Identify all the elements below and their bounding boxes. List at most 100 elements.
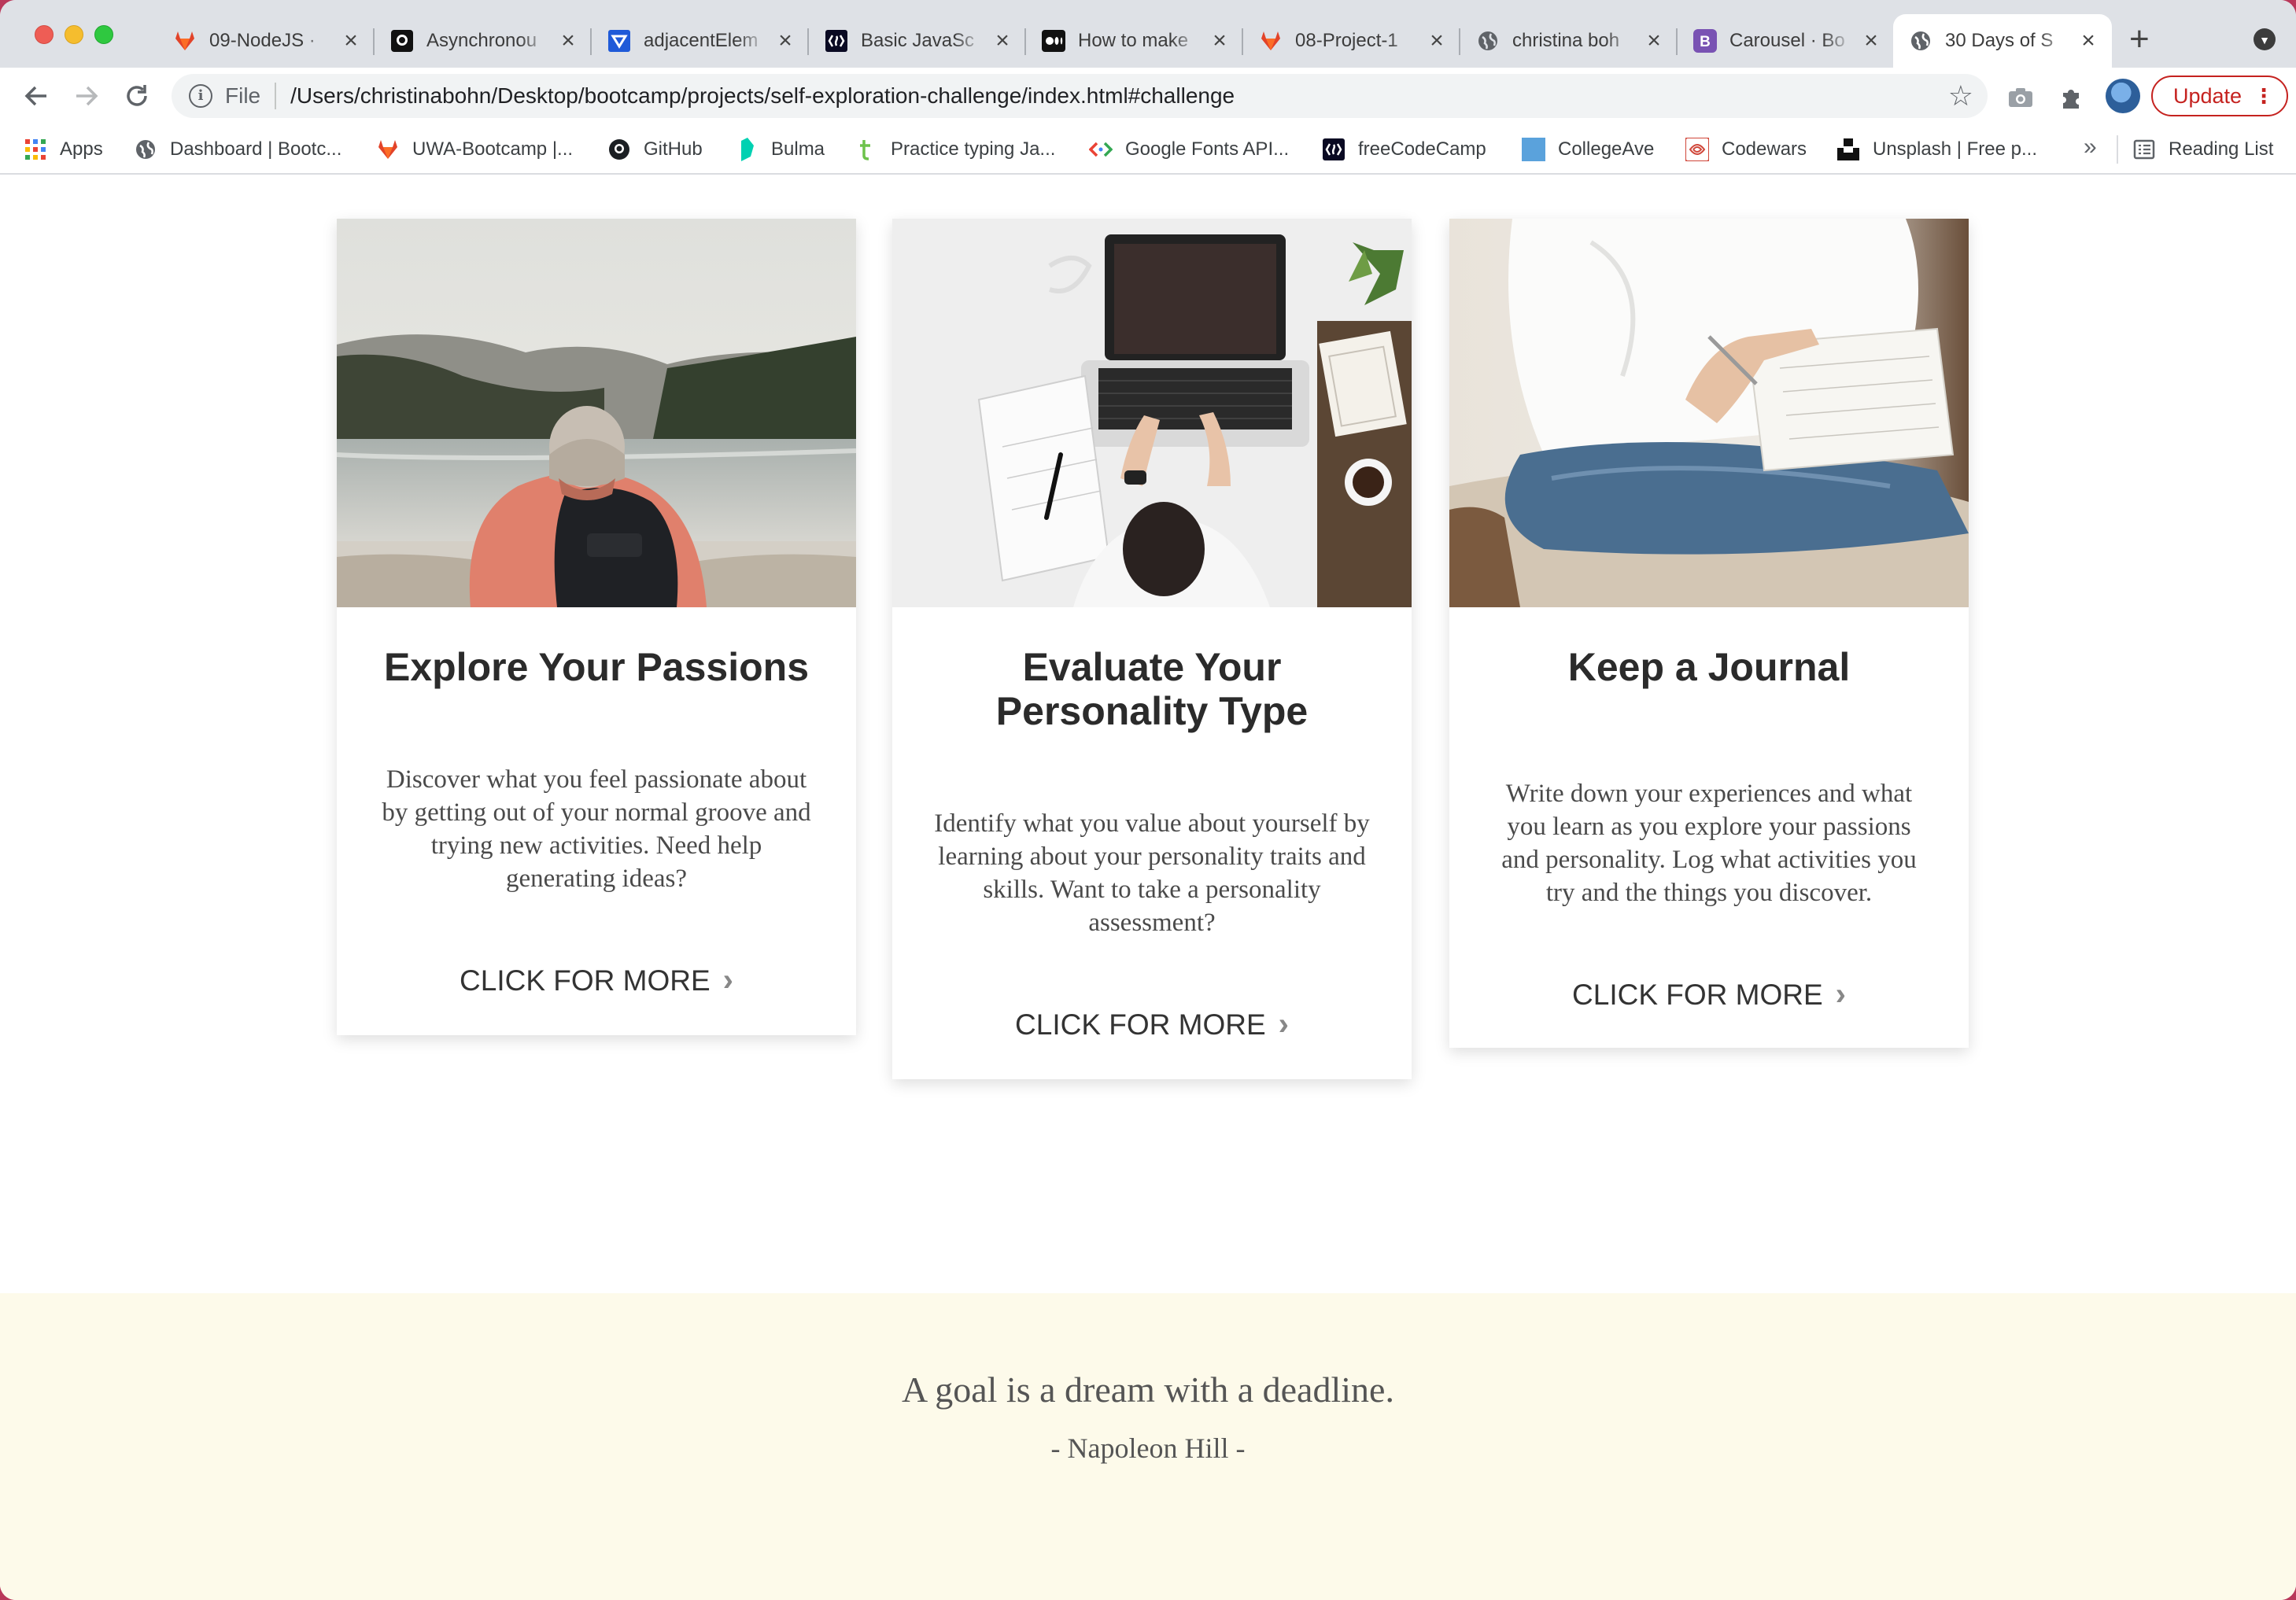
unsplash-icon [1836,138,1860,161]
tab-adjacentelement[interactable]: adjacentElem × [592,14,809,68]
cta-label: CLICK FOR MORE [1572,978,1823,1011]
bookmark-label: Google Fonts API... [1125,138,1290,160]
card-explore-passions: Explore Your Passions Discover what you … [337,219,856,1035]
globe-icon [1476,29,1500,53]
more-bookmarks-button[interactable]: » [2084,134,2097,160]
card-title: Evaluate Your Personality Type [995,645,1309,733]
maximize-window-button[interactable] [94,25,113,44]
bookmark-practice-typing[interactable]: Practice typing Ja... [855,135,1055,164]
close-tab-icon[interactable]: × [559,29,578,53]
close-tab-icon[interactable]: × [1427,29,1446,53]
tab-title: adjacentElem [644,30,759,51]
camera-icon[interactable] [2005,82,2036,113]
tab-christina[interactable]: christina boh × [1460,14,1678,68]
bookmark-label: Bulma [771,138,825,160]
card-description: Identify what you value about yourself b… [934,809,1370,937]
extensions-icon[interactable] [2055,82,2087,113]
reading-list-icon [2132,138,2156,161]
tab-title: How to make [1078,30,1189,51]
new-tab-button[interactable]: + [2129,17,2150,61]
close-tab-icon[interactable]: × [341,29,360,53]
bookmark-google-fonts[interactable]: Google Fonts API... [1089,135,1289,164]
bookmark-github[interactable]: GitHub [607,135,703,164]
tab-title: Carousel · Bo [1729,30,1845,51]
tab-project[interactable]: 08-Project-1 × [1243,14,1460,68]
bookmark-label: Practice typing Ja... [891,138,1056,160]
close-tab-icon[interactable]: × [776,29,795,53]
w3-icon [607,29,631,53]
back-arrow-icon [24,86,46,106]
typing-icon [855,138,878,161]
bookmark-dashboard[interactable]: Dashboard | Bootc... [134,135,341,164]
back-button[interactable] [17,77,55,115]
gitlab-icon [1259,29,1283,53]
tab-strip: 09-NodeJS · × Asynchronou × adjacentElem… [0,0,2296,68]
quote-author: - Napoleon Hill - [1050,1432,1246,1464]
bookmark-unsplash[interactable]: Unsplash | Free p... [1836,135,2037,164]
hiker-lake-photo [337,219,856,607]
bookmark-bulma[interactable]: Bulma [735,135,825,164]
reading-list-button[interactable]: Reading List [2132,135,2273,164]
profile-avatar[interactable] [2106,79,2140,113]
card-title: Explore Your Passions [383,645,809,689]
freecodecamp-icon [1322,138,1345,161]
svg-text:B: B [1700,34,1711,50]
chevron-right-icon: › [1278,1007,1289,1041]
codewars-icon [1685,138,1709,161]
site-info-icon[interactable]: i [189,84,212,108]
forward-button[interactable] [68,77,105,115]
bookmark-label: freeCodeCamp [1358,138,1486,160]
tab-nodejs[interactable]: 09-NodeJS · × [157,14,375,68]
code-icon [1089,138,1113,161]
tab-basic-javascript[interactable]: Basic JavaSc × [809,14,1026,68]
bookmark-label: GitHub [644,138,703,160]
close-tab-icon[interactable]: × [1862,29,1881,53]
click-for-more-button[interactable]: CLICK FOR MORE › [337,963,856,998]
click-for-more-button[interactable]: CLICK FOR MORE › [892,1007,1412,1042]
close-tab-icon[interactable]: × [993,29,1012,53]
close-window-button[interactable] [35,25,54,44]
tab-title: Basic JavaSc [861,30,975,51]
card-keep-journal: Keep a Journal Write down your experienc… [1449,219,1969,1048]
forward-arrow-icon [76,86,98,106]
reload-button[interactable] [118,77,156,115]
github-icon [390,29,414,53]
tab-search-icon[interactable]: ▼ [2254,28,2276,50]
tab-title: 30 Days of S [1945,30,2054,51]
tab-carousel[interactable]: B Carousel · Bo × [1678,14,1895,68]
cta-label: CLICK FOR MORE [460,964,711,997]
bookmark-codewars[interactable]: Codewars [1685,135,1807,164]
bookmark-star-icon[interactable]: ☆ [1948,80,1973,112]
tab-how-to-make[interactable]: How to make × [1026,14,1243,68]
bookmark-freecodecamp[interactable]: freeCodeCamp [1322,135,1486,164]
update-button[interactable]: Update ⋮ [2151,76,2288,116]
gitlab-icon [376,138,400,161]
bookmark-collegeave[interactable]: CollegeAve [1522,135,1654,164]
address-bar[interactable]: i File /Users/christinabohn/Desktop/boot… [172,74,1988,118]
chevron-right-icon: › [722,963,733,997]
toolbar: i File /Users/christinabohn/Desktop/boot… [0,68,2296,124]
bookmark-label: Apps [60,138,103,160]
chevron-right-icon: › [1835,977,1846,1012]
medium-icon [1042,29,1065,53]
apps-grid-icon [24,138,47,161]
journal-writing-photo [1449,219,1969,607]
bookmark-apps[interactable]: Apps [24,135,103,164]
tab-30-days-active[interactable]: 30 Days of S × [1893,14,2112,68]
square-icon [1522,138,1545,161]
card-description: Discover what you feel passionate about … [382,765,811,893]
bookmark-uwa-bootcamp[interactable]: UWA-Bootcamp |... [376,135,573,164]
close-tab-icon[interactable]: × [1210,29,1229,53]
bulma-icon [735,138,759,161]
tab-title: 08-Project-1 [1295,30,1398,51]
bookmark-label: UWA-Bootcamp |... [412,138,574,160]
close-tab-icon[interactable]: × [1644,29,1663,53]
tab-asynchronous[interactable]: Asynchronou × [375,14,592,68]
tab-title: christina boh [1512,30,1620,51]
close-tab-icon[interactable]: × [2079,29,2098,53]
url-text[interactable]: /Users/christinabohn/Desktop/bootcamp/pr… [290,83,1235,109]
reload-icon [127,85,147,106]
page-content: Explore Your Passions Discover what you … [0,175,2296,1600]
click-for-more-button[interactable]: CLICK FOR MORE › [1449,977,1969,1012]
minimize-window-button[interactable] [65,25,83,44]
